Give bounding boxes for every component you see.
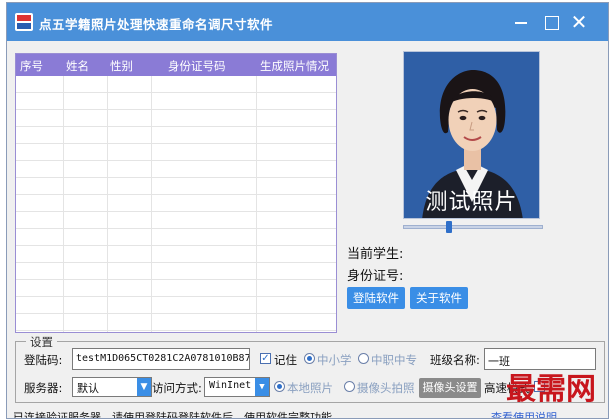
status-message: 已连接验证服务器，请使用登陆码登陆软件后，使用软件完整功能。 (13, 411, 343, 419)
login-code-input[interactable]: testM1D065CT0281C2A0781010B87024 (72, 348, 250, 370)
minimize-icon[interactable] (511, 12, 531, 32)
server-label: 服务器: (24, 381, 63, 395)
login-code-label: 登陆码: (24, 353, 63, 367)
access-mode-value: WinInet (209, 380, 252, 391)
radio-local-photo[interactable] (274, 381, 285, 392)
login-button[interactable]: 登陆软件 (347, 287, 405, 309)
photo-caption: 测试照片 (425, 190, 518, 215)
radio-primary-school[interactable] (304, 353, 315, 364)
radio-local-photo-label: 本地照片 (287, 381, 333, 395)
settings-legend: 设置 (26, 334, 57, 350)
access-mode-select[interactable]: WinInet ▼ (204, 377, 270, 397)
access-mode-label: 访问方式: (152, 381, 202, 395)
table-header: 序号 姓名 性别 身份证号码 生成照片情况 (16, 54, 336, 76)
radio-vocational[interactable] (358, 353, 369, 364)
radio-camera-label: 摄像头拍照 (357, 381, 415, 395)
app-window: 点五学籍照片处理快速重命名调尺寸软件 ✕ 序号 姓名 性别 身份证号码 生成照片… (6, 2, 609, 419)
window-title: 点五学籍照片处理快速重命名调尺寸软件 (39, 17, 274, 32)
app-logo-icon (15, 13, 33, 31)
table-body[interactable] (16, 76, 336, 332)
radio-camera[interactable] (344, 381, 355, 392)
remember-label: 记住 (274, 353, 297, 367)
current-student-label: 当前学生: (347, 247, 404, 262)
remember-checkbox[interactable]: ✓ (260, 353, 271, 364)
radio-primary-school-label: 中小学 (317, 353, 352, 367)
column-header-name[interactable]: 姓名 (66, 58, 89, 74)
zoom-slider[interactable] (403, 221, 543, 233)
chevron-down-icon[interactable]: ▼ (255, 378, 269, 396)
chevron-down-icon[interactable]: ▼ (137, 378, 151, 396)
column-header-photo-status[interactable]: 生成照片情况 (260, 58, 329, 74)
class-name-label: 班级名称: (430, 353, 480, 367)
column-header-id-number[interactable]: 身份证号码 (168, 58, 226, 74)
slider-thumb[interactable] (446, 221, 452, 233)
student-table[interactable]: 序号 姓名 性别 身份证号码 生成照片情况 (15, 53, 337, 333)
close-icon[interactable]: ✕ (569, 12, 589, 32)
column-header-number[interactable]: 序号 (20, 58, 43, 74)
about-button[interactable]: 关于软件 (410, 287, 468, 309)
server-select-value: 默认 (77, 382, 99, 395)
help-link[interactable]: 查看使用说明 (491, 409, 557, 418)
radio-vocational-label: 中职中专 (371, 353, 417, 367)
preview-photo: 测试照片 (403, 51, 540, 219)
column-header-gender[interactable]: 性别 (110, 58, 133, 74)
camera-settings-button[interactable]: 摄像头设置 (419, 378, 481, 398)
maximize-icon[interactable] (541, 12, 561, 32)
title-bar[interactable]: 点五学籍照片处理快速重命名调尺寸软件 ✕ (7, 3, 608, 41)
watermark-logo: 最需网 (506, 372, 596, 407)
server-select[interactable]: 默认 ▼ (72, 377, 152, 397)
id-number-label: 身份证号: (347, 269, 404, 284)
